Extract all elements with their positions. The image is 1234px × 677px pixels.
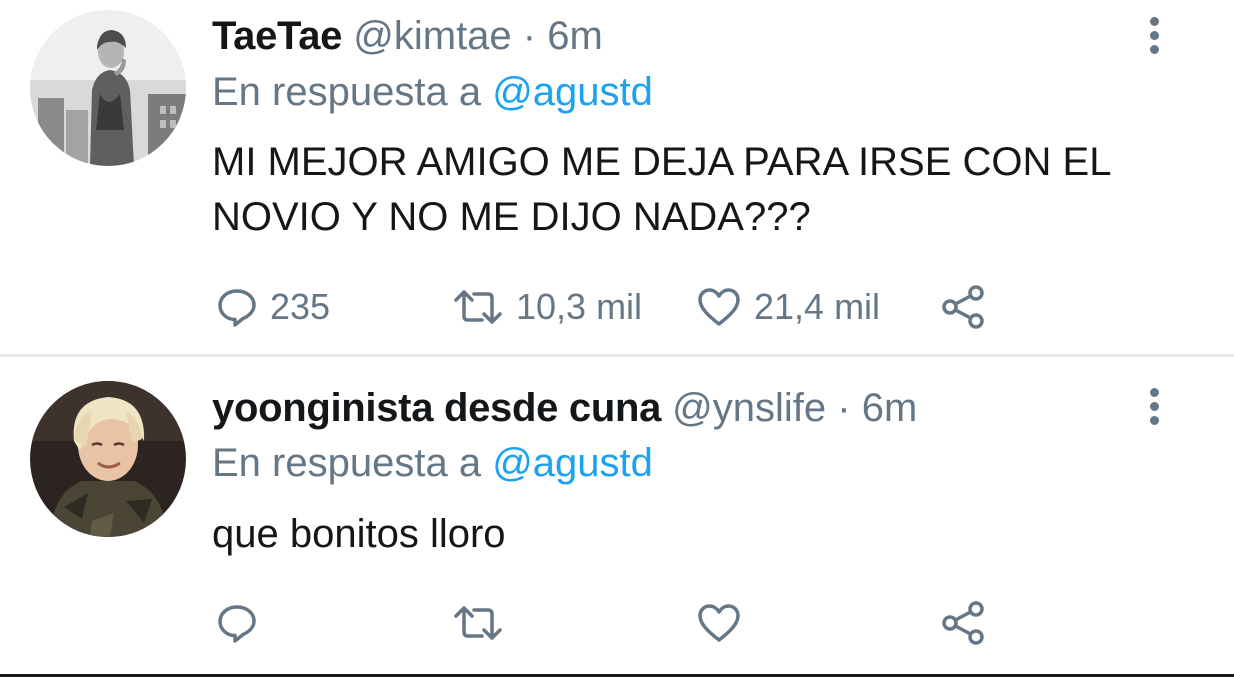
- reply-mention-link[interactable]: @agustd: [492, 441, 653, 485]
- like-button[interactable]: [696, 599, 742, 647]
- share-button[interactable]: [940, 599, 988, 647]
- share-icon: [942, 601, 984, 645]
- display-name[interactable]: TaeTae: [212, 14, 342, 58]
- tweet[interactable]: TaeTae @kimtae · 6m En respuesta a @agus…: [0, 0, 1234, 355]
- reply-prefix: En respuesta a: [212, 70, 482, 114]
- display-name[interactable]: yoonginista desde cuna: [212, 386, 661, 430]
- heart-icon: [698, 288, 740, 326]
- separator-dot: ·: [522, 14, 537, 58]
- retweet-button[interactable]: 10,3 mil: [452, 283, 642, 331]
- reply-prefix: En respuesta a: [212, 441, 482, 485]
- reply-icon: [218, 605, 256, 643]
- tweet-header: TaeTae @kimtae · 6m: [212, 12, 603, 60]
- retweet-icon: [454, 290, 502, 324]
- avatar[interactable]: [30, 381, 186, 537]
- separator-dot: ·: [837, 386, 851, 430]
- retweet-count: 10,3 mil: [516, 286, 643, 327]
- tweet-text: MI MEJOR AMIGO ME DEJA PARA IRSE CON EL …: [212, 140, 1110, 239]
- share-button[interactable]: [940, 283, 988, 331]
- reply-mention-link[interactable]: @agustd: [492, 70, 653, 114]
- reply-count: 235: [270, 286, 331, 327]
- tweet[interactable]: yoonginista desde cuna @ynslife · 6m En …: [0, 357, 1234, 675]
- reply-button[interactable]: 235: [216, 283, 330, 331]
- heart-icon: [698, 604, 740, 642]
- more-vertical-icon[interactable]: [1144, 17, 1164, 57]
- retweet-button[interactable]: [452, 599, 504, 647]
- share-icon: [942, 285, 984, 329]
- user-handle[interactable]: @kimtae: [353, 14, 511, 58]
- tweet-text: que bonitos lloro: [212, 512, 506, 556]
- retweet-icon: [454, 606, 502, 640]
- reply-button[interactable]: [216, 599, 258, 647]
- tweet-header: yoonginista desde cuna @ynslife · 6m: [212, 384, 917, 432]
- reply-icon: [218, 289, 256, 327]
- tweet-actions: [212, 599, 1212, 647]
- timestamp[interactable]: 6m: [547, 14, 603, 58]
- reply-context: En respuesta a @agustd: [212, 439, 653, 487]
- like-button[interactable]: 21,4 mil: [696, 283, 880, 331]
- reply-context: En respuesta a @agustd: [212, 68, 653, 116]
- more-vertical-icon[interactable]: [1144, 388, 1164, 428]
- user-handle[interactable]: @ynslife: [672, 386, 826, 430]
- tweet-actions: 235 10,3 mil 21,4 mil: [212, 283, 1212, 331]
- timestamp[interactable]: 6m: [862, 386, 918, 430]
- like-count: 21,4 mil: [754, 286, 881, 327]
- avatar[interactable]: [30, 10, 186, 166]
